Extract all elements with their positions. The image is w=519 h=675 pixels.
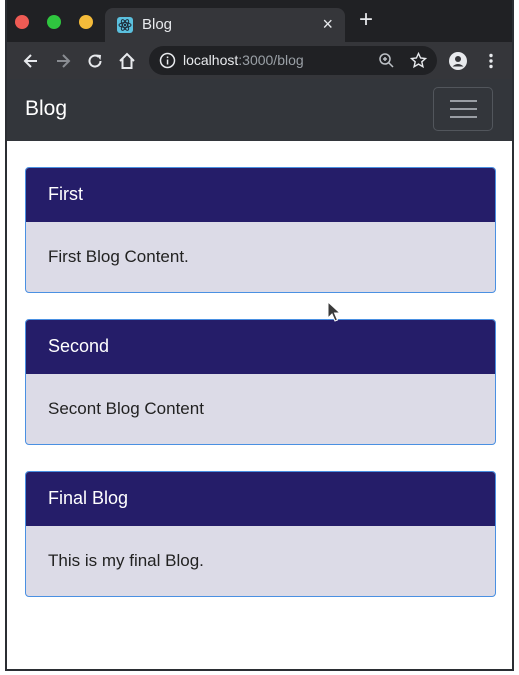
blog-card: Final Blog This is my final Blog. <box>25 471 496 597</box>
star-icon[interactable] <box>410 52 427 69</box>
menu-dots-icon[interactable] <box>481 51 501 71</box>
zoom-icon[interactable] <box>378 52 395 69</box>
browser-toolbar: localhost:3000/blog <box>7 42 512 79</box>
minimize-window-button[interactable] <box>79 15 93 29</box>
close-window-button[interactable] <box>15 15 29 29</box>
mouse-cursor-icon <box>327 301 341 322</box>
tab-strip: Blog × + <box>7 0 512 42</box>
blog-card-title: Final Blog <box>26 472 495 526</box>
home-icon[interactable] <box>117 51 137 71</box>
browser-window: Blog × + localhost:3000/blog Blog First … <box>5 0 514 671</box>
forward-arrow-icon[interactable] <box>53 51 73 71</box>
close-tab-icon[interactable]: × <box>322 14 333 35</box>
maximize-window-button[interactable] <box>47 15 61 29</box>
tab-title: Blog <box>142 16 173 33</box>
tab-blog[interactable]: Blog × <box>105 8 345 42</box>
reload-icon[interactable] <box>85 51 105 71</box>
profile-icon[interactable] <box>448 51 468 71</box>
blog-card-content: This is my final Blog. <box>48 551 204 570</box>
blog-card: First First Blog Content. <box>25 167 496 293</box>
address-bar[interactable]: localhost:3000/blog <box>149 46 437 75</box>
new-tab-button[interactable]: + <box>359 8 373 32</box>
navbar-toggler-button[interactable] <box>433 87 493 131</box>
blog-card: Second Secont Blog Content <box>25 319 496 445</box>
url-text[interactable]: localhost:3000/blog <box>183 52 304 68</box>
info-icon[interactable] <box>159 52 176 69</box>
blog-card-content: Secont Blog Content <box>48 399 204 418</box>
blog-card-title: First <box>26 168 495 222</box>
back-arrow-icon[interactable] <box>21 51 41 71</box>
blog-card-title: Second <box>26 320 495 374</box>
app-navbar: Blog <box>7 79 512 141</box>
react-icon <box>117 17 133 33</box>
navbar-brand[interactable]: Blog <box>25 97 67 121</box>
blog-card-content: First Blog Content. <box>48 247 189 266</box>
